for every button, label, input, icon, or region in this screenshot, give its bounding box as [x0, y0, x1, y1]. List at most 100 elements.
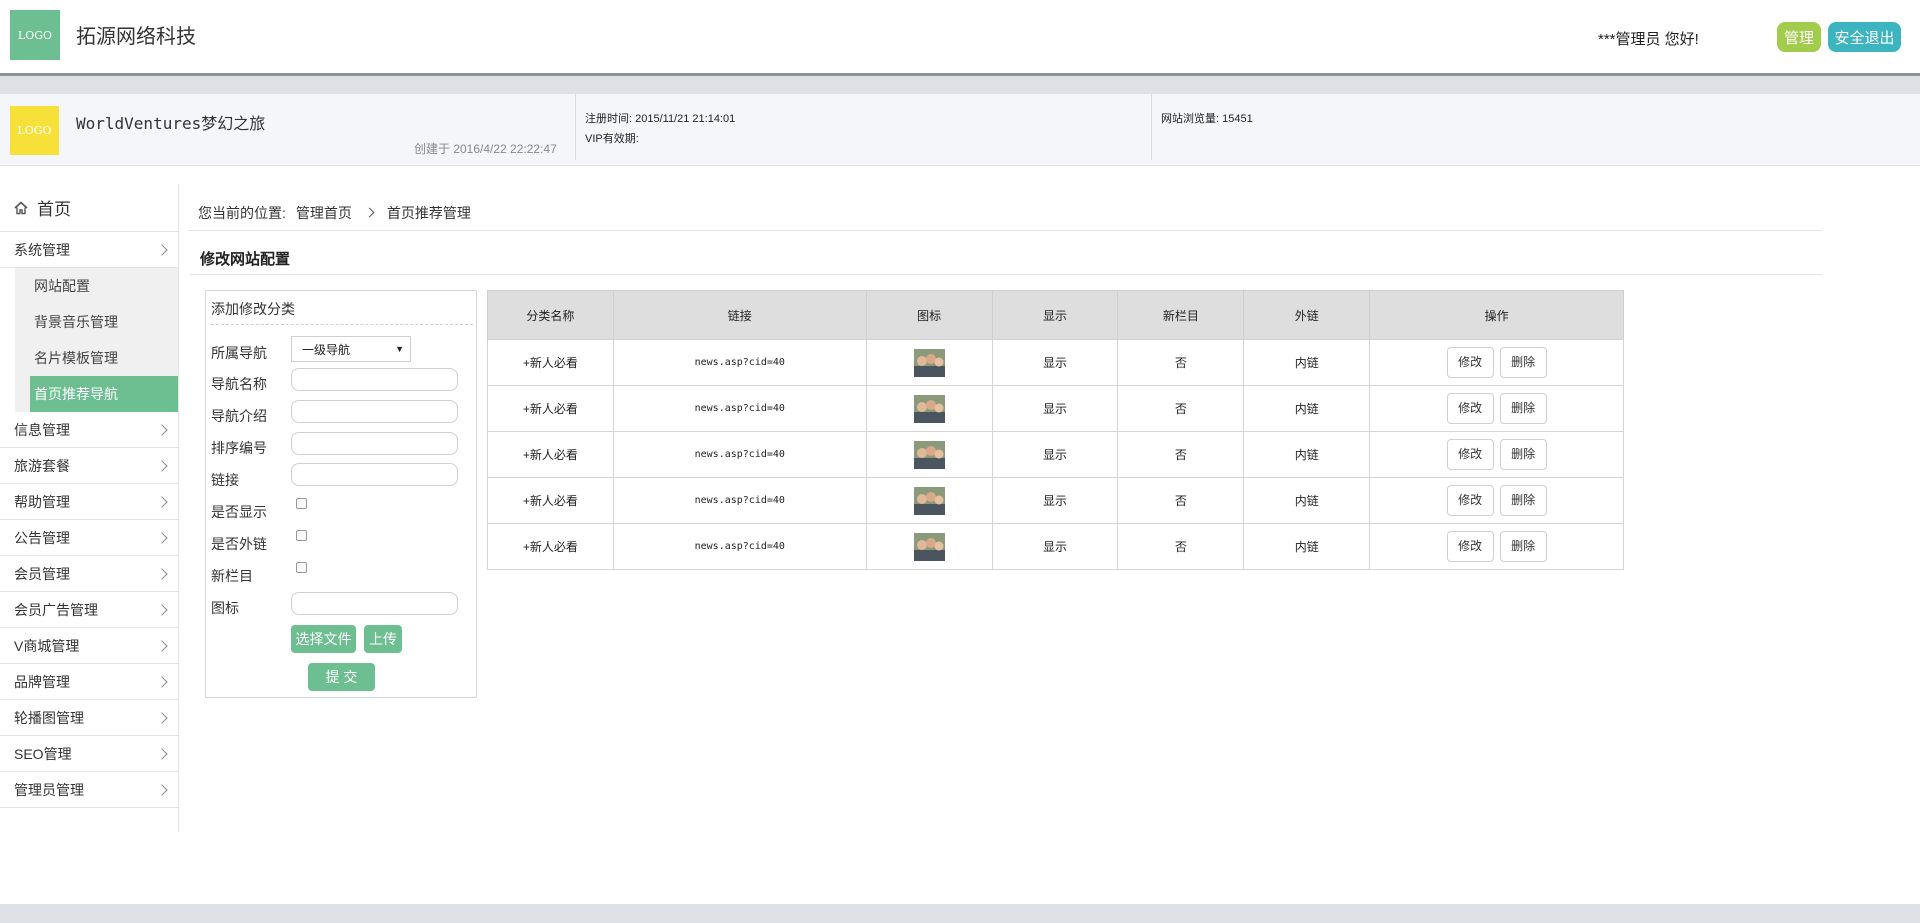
cell-show: 显示	[991, 339, 1119, 386]
chevron-right-icon	[364, 207, 375, 218]
new-column-checkbox[interactable]	[296, 562, 307, 573]
chevron-right-icon	[156, 423, 168, 436]
cell-name: +新人必看	[487, 385, 614, 432]
photo-thumbnail-icon	[913, 440, 945, 469]
sidebar-subitem-home-nav[interactable]: 首页推荐导航	[30, 376, 178, 412]
sidebar-item-label: V商城管理	[14, 637, 80, 654]
sidebar-item-help[interactable]: 帮助管理	[0, 484, 178, 520]
submit-button[interactable]: 提 交	[308, 663, 375, 691]
vip-expire: VIP有效期:	[585, 133, 639, 145]
photo-thumbnail-icon	[913, 532, 945, 561]
cell-external: 内链	[1243, 385, 1371, 432]
link-label: 链接	[211, 472, 239, 488]
col-header: 外链	[1243, 290, 1371, 340]
cell-new: 否	[1117, 477, 1245, 524]
form-title: 添加修改分类	[211, 299, 473, 325]
name-label: 导航名称	[211, 376, 267, 392]
new-column-label: 新栏目	[211, 568, 253, 584]
edit-button[interactable]: 修改	[1446, 485, 1494, 516]
sidebar-home-label: 首页	[37, 200, 71, 219]
cell-show: 显示	[991, 477, 1119, 524]
delete-button[interactable]: 删除	[1499, 393, 1547, 424]
chevron-right-icon	[156, 603, 168, 616]
breadcrumb: 您当前的位置: 管理首页 首页推荐管理	[188, 195, 1822, 231]
show-label: 是否显示	[211, 504, 267, 520]
cell-link: news.asp?cid=40	[612, 339, 867, 386]
choose-file-button[interactable]: 选择文件	[291, 625, 356, 653]
sidebar-item-brand[interactable]: 品牌管理	[0, 664, 178, 700]
sidebar-item-seo[interactable]: SEO管理	[0, 736, 178, 772]
logout-button[interactable]: 安全退出	[1828, 22, 1901, 52]
cell-actions: 修改 删除	[1369, 339, 1624, 386]
cell-link: news.asp?cid=40	[612, 385, 867, 432]
company-logo[interactable]: LOGO	[10, 10, 60, 60]
col-header: 链接	[612, 290, 867, 340]
external-checkbox[interactable]	[296, 530, 307, 541]
sidebar-subitem-card-template[interactable]: 名片模板管理	[15, 340, 178, 376]
cell-show: 显示	[991, 523, 1119, 570]
sidebar-item-admins[interactable]: 管理员管理	[0, 772, 178, 808]
edit-button[interactable]: 修改	[1446, 439, 1494, 470]
cell-icon	[865, 523, 993, 570]
cell-new: 否	[1117, 431, 1245, 478]
breadcrumb-item-home[interactable]: 管理首页	[296, 203, 352, 223]
sidebar-item-travel[interactable]: 旅游套餐	[0, 448, 178, 484]
edit-button[interactable]: 修改	[1446, 393, 1494, 424]
sidebar-item-label: 会员管理	[14, 565, 70, 582]
edit-button[interactable]: 修改	[1446, 347, 1494, 378]
table-row: +新人必看 news.asp?cid=40 显示 否 内链 修改 删除	[487, 339, 1624, 386]
delete-button[interactable]: 删除	[1499, 485, 1547, 516]
intro-input[interactable]	[291, 400, 458, 423]
sidebar-item-members[interactable]: 会员管理	[0, 556, 178, 592]
icon-file-input[interactable]	[291, 592, 458, 615]
admin-greeting: ***管理员 您好!	[1598, 31, 1699, 48]
photo-thumbnail-icon	[913, 394, 945, 423]
register-time: 注册时间: 2015/11/21 21:14:01	[585, 113, 736, 125]
sidebar-item-system[interactable]: 系统管理	[0, 232, 178, 268]
sidebar-item-label: 信息管理	[14, 421, 70, 438]
nav-select-value: 一级导航	[302, 342, 351, 357]
sidebar-item-label: SEO管理	[14, 745, 72, 762]
caret-down-icon: ▼	[395, 344, 404, 354]
sidebar-item-member-ads[interactable]: 会员广告管理	[0, 592, 178, 628]
sidebar-item-notice[interactable]: 公告管理	[0, 520, 178, 556]
col-header: 分类名称	[487, 290, 614, 340]
chevron-right-icon	[156, 783, 168, 796]
col-header: 显示	[991, 290, 1119, 340]
sidebar-subitem-bg-music[interactable]: 背景音乐管理	[15, 304, 178, 340]
photo-thumbnail-icon	[913, 486, 945, 515]
cell-actions: 修改 删除	[1369, 523, 1624, 570]
intro-label: 导航介绍	[211, 408, 267, 424]
cell-show: 显示	[991, 431, 1119, 478]
cell-name: +新人必看	[487, 339, 614, 386]
table-row: +新人必看 news.asp?cid=40 显示 否 内链 修改 删除	[487, 431, 1624, 478]
delete-button[interactable]: 删除	[1499, 439, 1547, 470]
delete-button[interactable]: 删除	[1499, 347, 1547, 378]
cell-link: news.asp?cid=40	[612, 431, 867, 478]
sidebar-subitem-site-config[interactable]: 网站配置	[15, 268, 178, 304]
cell-new: 否	[1117, 339, 1245, 386]
sidebar-item-info[interactable]: 信息管理	[0, 412, 178, 448]
upload-button[interactable]: 上传	[364, 625, 402, 653]
table-row: +新人必看 news.asp?cid=40 显示 否 内链 修改 删除	[487, 477, 1624, 524]
sidebar-item-vshop[interactable]: V商城管理	[0, 628, 178, 664]
icon-label: 图标	[211, 600, 239, 616]
manage-button[interactable]: 管理	[1777, 22, 1821, 52]
sort-input[interactable]	[291, 432, 458, 455]
delete-button[interactable]: 删除	[1499, 531, 1547, 562]
table-header-row: 分类名称 链接 图标 显示 新栏目 外链 操作	[487, 290, 1624, 340]
sidebar-home[interactable]: 首页	[0, 184, 178, 232]
link-input[interactable]	[291, 463, 458, 486]
sidebar-item-label: 品牌管理	[14, 673, 70, 690]
edit-button[interactable]: 修改	[1446, 531, 1494, 562]
name-input[interactable]	[291, 368, 458, 391]
sidebar-item-carousel[interactable]: 轮播图管理	[0, 700, 178, 736]
sidebar-item-label: 轮播图管理	[14, 709, 84, 726]
sort-label: 排序编号	[211, 440, 267, 456]
show-checkbox[interactable]	[296, 498, 307, 509]
chevron-right-icon	[156, 459, 168, 472]
col-header: 新栏目	[1117, 290, 1245, 340]
home-icon	[14, 200, 28, 214]
footer-band	[0, 904, 1920, 923]
nav-select[interactable]: 一级导航 ▼	[291, 336, 411, 362]
